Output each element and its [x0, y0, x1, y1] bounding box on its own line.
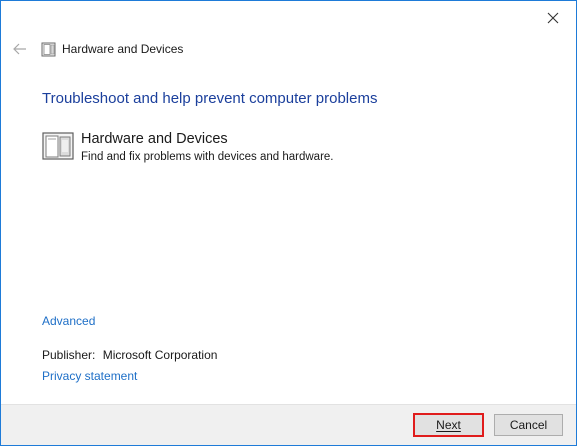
advanced-link[interactable]: Advanced: [42, 314, 95, 328]
hardware-devices-icon: [42, 132, 74, 160]
cancel-button[interactable]: Cancel: [494, 414, 563, 436]
back-button[interactable]: [11, 40, 29, 58]
next-button-label: Next: [436, 418, 461, 432]
item-description: Find and fix problems with devices and h…: [81, 151, 334, 163]
troubleshooter-item-text: Hardware and Devices Find and fix proble…: [81, 131, 334, 163]
title-bar-nav: Hardware and Devices: [11, 39, 183, 59]
privacy-statement-link[interactable]: Privacy statement: [42, 369, 137, 383]
footer-bar: Next Cancel: [1, 404, 576, 445]
publisher-info: Publisher: Microsoft Corporation: [42, 348, 217, 362]
hardware-devices-icon: [41, 42, 56, 57]
publisher-value: Microsoft Corporation: [102, 348, 218, 362]
cancel-button-label: Cancel: [509, 418, 548, 432]
back-arrow-icon: [13, 43, 26, 55]
close-button[interactable]: [542, 7, 564, 29]
publisher-label: Publisher:: [42, 348, 96, 362]
troubleshooter-item: Hardware and Devices Find and fix proble…: [42, 131, 334, 163]
nav-title: Hardware and Devices: [62, 42, 184, 56]
next-button[interactable]: Next: [413, 413, 484, 437]
close-icon: [547, 12, 559, 24]
troubleshooter-window: Hardware and Devices Troubleshoot and he…: [0, 0, 577, 446]
page-heading: Troubleshoot and help prevent computer p…: [42, 90, 378, 107]
item-title: Hardware and Devices: [81, 131, 228, 147]
